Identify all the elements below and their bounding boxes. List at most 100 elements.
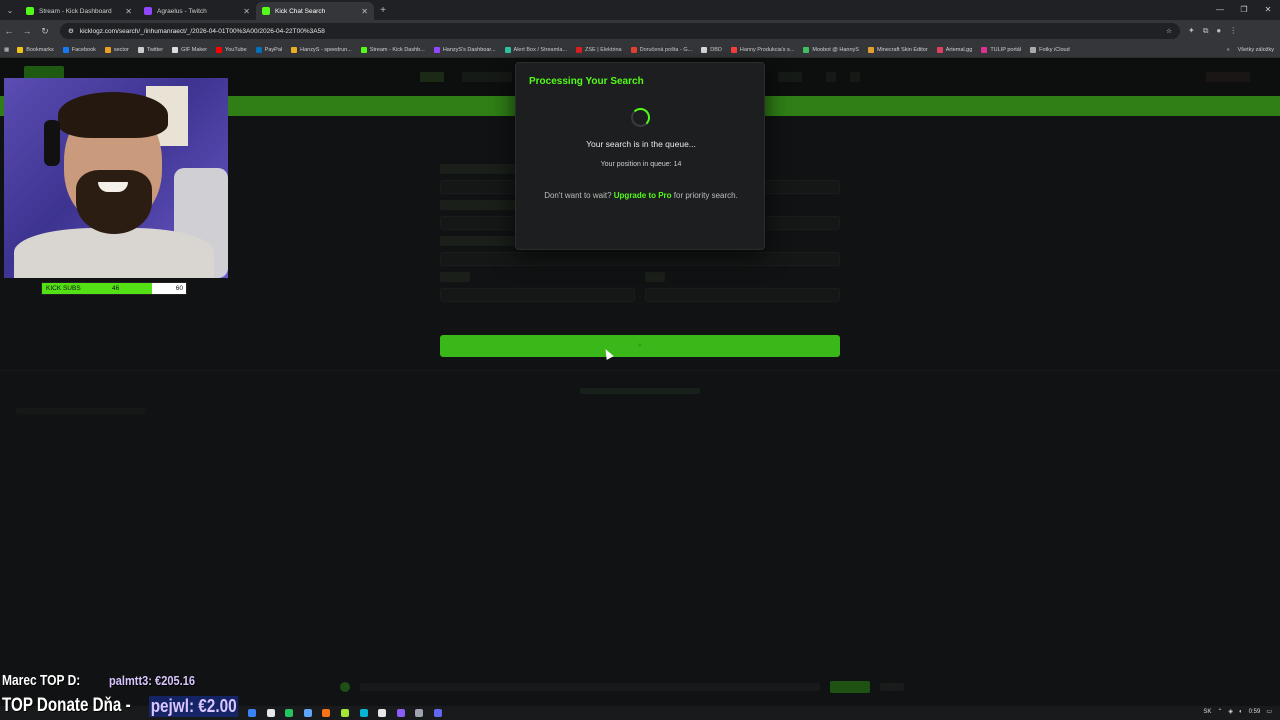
close-icon[interactable]: ✕ (243, 7, 250, 16)
extensions-puzzle-icon[interactable]: ⧉ (1203, 26, 1209, 36)
taskbar-app-icon[interactable] (303, 709, 312, 717)
search-button[interactable]: ⌕ (440, 335, 840, 357)
network-icon[interactable]: ◈ (1228, 708, 1233, 715)
restore-icon[interactable]: ❐ (1232, 0, 1256, 20)
bookmark-label: Artemal.gg (945, 46, 973, 53)
volume-icon[interactable]: ◐ (1239, 709, 1243, 715)
bookmark-item[interactable]: HanzyS's Dashboar... (433, 46, 496, 53)
from-date-input[interactable] (440, 288, 635, 302)
bookmark-favicon-icon (433, 46, 440, 53)
bookmark-label: DBD (710, 46, 722, 53)
nav-item-power-search[interactable] (462, 72, 512, 82)
bookmark-item[interactable]: HanzyS - speedrun... (291, 46, 352, 53)
bookmark-item[interactable]: Stream - Kick Dashb... (360, 46, 425, 53)
bookmark-item[interactable]: PayPal (255, 46, 282, 53)
taskbar-app-icon[interactable] (341, 709, 349, 717)
bookmark-label: YouTube (225, 46, 247, 53)
back-arrow-icon[interactable]: ← (0, 26, 18, 36)
forward-arrow-icon[interactable]: → (18, 26, 36, 36)
taskbar-app-icon[interactable] (248, 709, 256, 717)
taskbar-app-icon[interactable] (322, 709, 331, 717)
bookmark-favicon-icon (981, 46, 988, 53)
bookmark-favicon-icon (576, 46, 583, 53)
bookmark-item[interactable]: Moobot @ HannyS (803, 46, 859, 53)
upgrade-pro-link[interactable]: Upgrade to Pro (614, 191, 672, 200)
taskbar-app-icon[interactable] (359, 709, 368, 717)
results-hint (580, 388, 700, 394)
bookmark-item[interactable]: sector (104, 46, 129, 53)
window-close-icon[interactable]: ✕ (1256, 0, 1280, 20)
loading-spinner-icon (631, 108, 650, 127)
discord-icon[interactable] (826, 72, 836, 82)
bookmark-favicon-icon (730, 46, 737, 53)
bookmark-item[interactable]: DBD (701, 46, 722, 53)
new-tab-button[interactable]: + (374, 5, 392, 16)
bookmark-favicon-icon (172, 46, 179, 53)
taskbar-app-icon[interactable] (266, 709, 275, 717)
bookmark-label: HanzyS - speedrun... (300, 46, 352, 53)
close-icon[interactable]: ✕ (361, 7, 368, 16)
bookmark-item[interactable]: YouTube (216, 46, 247, 53)
menu-kebab-icon[interactable]: ⋮ (1229, 26, 1237, 36)
to-date-input[interactable] (645, 288, 840, 302)
tab-label: Stream - Kick Dashboard (39, 7, 112, 15)
all-bookmarks-link[interactable]: Všetky záložky (1238, 47, 1274, 53)
bookmark-star-icon[interactable]: ☆ (1166, 27, 1172, 35)
keywords-input[interactable] (440, 252, 840, 266)
from-group (440, 266, 635, 302)
tab-kick-chat-search[interactable]: Kick Chat Search ✕ (256, 2, 374, 20)
bookmark-favicon-icon (504, 46, 511, 53)
twitch-favicon-icon (144, 7, 152, 15)
bookmark-item[interactable]: GIF Maker (172, 46, 207, 53)
language-indicator[interactable]: SK (1203, 709, 1211, 715)
extension-icon[interactable]: ✦ (1188, 26, 1195, 36)
bookmark-item[interactable]: TULIP portál (981, 46, 1021, 53)
clock[interactable]: 0:59 (1249, 709, 1261, 715)
headset-icon (44, 120, 60, 166)
notification-icon[interactable]: ▭ (1266, 708, 1272, 715)
bookmark-favicon-icon (216, 46, 223, 53)
bookmark-favicon-icon (803, 46, 810, 53)
site-info-icon[interactable]: ⚙ (68, 27, 74, 35)
taskbar-app-icon[interactable] (434, 709, 442, 717)
tab-label: Kick Chat Search (275, 7, 326, 15)
taskbar-app-icon[interactable] (378, 709, 387, 717)
nav-item-search[interactable] (420, 72, 444, 82)
profile-avatar-icon[interactable]: ● (1216, 26, 1221, 36)
browser-toolbar: ← → ↻ ⚙ kicklogz.com/search/_/inhumanrae… (0, 20, 1280, 42)
url-text: kicklogz.com/search/_/inhumanraect/_/202… (79, 27, 325, 35)
settings-icon[interactable] (850, 72, 860, 82)
upsell-suffix: for priority search. (673, 191, 738, 200)
reload-icon[interactable]: ↻ (36, 26, 54, 37)
bookmark-item[interactable]: ZSE | Elektrina (576, 46, 622, 53)
language-select[interactable] (1206, 72, 1250, 82)
tab-search-icon[interactable]: ⌄ (0, 0, 20, 20)
bookmark-item[interactable]: Alert Box / Streamla... (504, 46, 567, 53)
bookmark-item[interactable]: Bookmarks (17, 46, 54, 53)
chevron-up-icon[interactable]: ⌃ (1217, 708, 1222, 715)
tab-kick-dashboard[interactable]: Stream - Kick Dashboard ✕ (20, 2, 138, 20)
bookmark-item[interactable]: Minecraft Skin Editor (867, 46, 928, 53)
apps-grid-icon[interactable]: ▦ (4, 47, 9, 53)
bookmark-item[interactable]: Hanny Produkcia's s... (730, 46, 794, 53)
bookmark-item[interactable]: Artemal.gg (936, 46, 973, 53)
bookmark-item[interactable]: Facebook (62, 46, 96, 53)
bookmark-item[interactable]: Fotky iCloud (1030, 46, 1070, 53)
minimize-icon[interactable]: — (1208, 0, 1232, 20)
taskbar-app-icon[interactable] (415, 709, 424, 717)
taskbar-app-icon[interactable] (396, 709, 405, 717)
cookie-reject-button[interactable] (880, 683, 904, 691)
bookmark-item[interactable]: Twitter (137, 46, 163, 53)
search-icon: ⌕ (638, 342, 642, 349)
address-bar[interactable]: ⚙ kicklogz.com/search/_/inhumanraect/_/2… (60, 23, 1180, 39)
streamer-shirt (14, 228, 214, 278)
taskbar-app-icon[interactable] (285, 709, 294, 717)
cookie-accept-button[interactable] (830, 681, 870, 693)
bookmark-favicon-icon (867, 46, 874, 53)
close-icon[interactable]: ✕ (125, 7, 132, 16)
bookmark-label: Doručená pošta - G... (639, 46, 693, 53)
tab-twitch[interactable]: Agraelus - Twitch ✕ (138, 2, 256, 20)
nav-item-pricing[interactable] (778, 72, 802, 82)
bookmark-item[interactable]: Doručená pošta - G... (630, 46, 693, 53)
chevron-right-icon[interactable]: » (1227, 47, 1230, 53)
